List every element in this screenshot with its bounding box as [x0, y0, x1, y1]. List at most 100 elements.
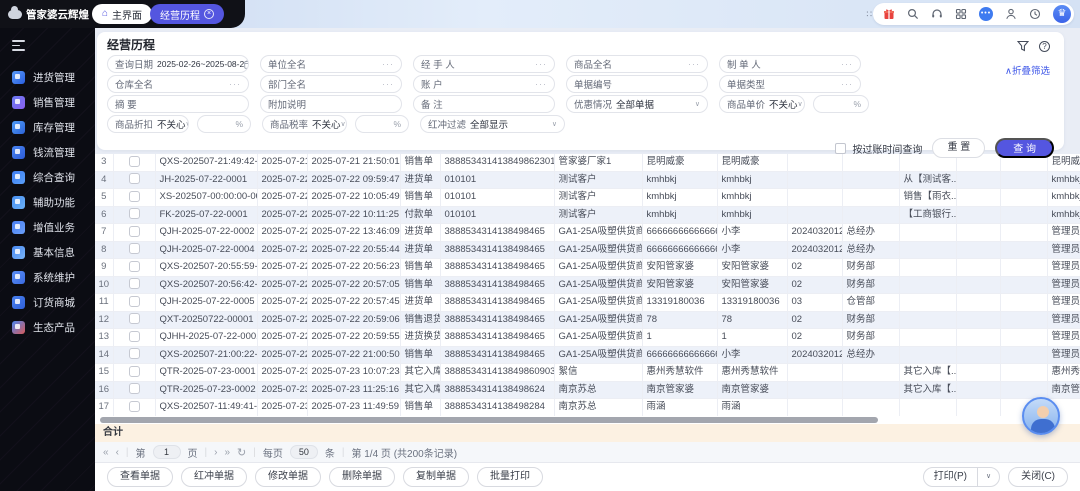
- user-icon[interactable]: [1005, 8, 1017, 20]
- row-checkbox[interactable]: [129, 191, 140, 202]
- table-row[interactable]: 10QXS-202507-20:56:42-000022025-07-22202…: [95, 276, 1080, 294]
- filter-summary[interactable]: 摘 要: [107, 95, 249, 113]
- ellipsis-icon: ···: [535, 79, 547, 89]
- filter-tax-rate[interactable]: 商品税率不关心∨: [262, 115, 347, 133]
- headset-icon[interactable]: [931, 8, 943, 20]
- next-page-button[interactable]: ›: [214, 447, 217, 458]
- sidebar-item-eco-products[interactable]: 生态产品: [0, 315, 95, 340]
- table-row[interactable]: 14QXS-202507-21:00:22-000032025-07-22202…: [95, 346, 1080, 364]
- sidebar-item-system[interactable]: 系统维护: [0, 265, 95, 290]
- row-checkbox[interactable]: [129, 383, 140, 394]
- print-button[interactable]: 打印(P): [924, 468, 978, 486]
- page-size-input[interactable]: 50: [290, 445, 318, 459]
- table-row[interactable]: 11QJH-2025-07-22-00052025-07-222025-07-2…: [95, 294, 1080, 312]
- filter-doc-no[interactable]: 单据编号: [566, 75, 708, 93]
- product-discount-percent-input[interactable]: %: [197, 115, 251, 133]
- chevron-down-icon: ∨: [186, 120, 189, 128]
- red-flush-doc-button[interactable]: 红冲单据: [181, 467, 247, 487]
- sidebar-item-sales[interactable]: 销售管理: [0, 90, 95, 115]
- table-row[interactable]: 15QTR-2025-07-23-00012025-07-232025-07-2…: [95, 364, 1080, 382]
- row-checkbox[interactable]: [129, 348, 140, 359]
- first-page-button[interactable]: «: [103, 447, 109, 458]
- copy-doc-button[interactable]: 复制单据: [403, 467, 469, 487]
- clock-icon[interactable]: [1029, 8, 1041, 20]
- unit-price-percent-input[interactable]: %: [813, 95, 869, 113]
- view-doc-button[interactable]: 查看单据: [107, 467, 173, 487]
- filter-dept-name[interactable]: 部门全名···: [260, 75, 402, 93]
- row-checkbox[interactable]: [129, 208, 140, 219]
- row-checkbox[interactable]: [129, 331, 140, 342]
- table-row[interactable]: 13QJHH-2025-07-22-00012025-07-222025-07-…: [95, 329, 1080, 347]
- table-row[interactable]: 12QXT-20250722-000012025-07-222025-07-22…: [95, 311, 1080, 329]
- row-checkbox[interactable]: [129, 296, 140, 307]
- tab-business-history[interactable]: 经营历程 ×: [150, 4, 224, 24]
- tab-close-icon[interactable]: ×: [204, 9, 214, 19]
- sidebar-item-query[interactable]: 综合查询: [0, 165, 95, 190]
- filter-extra-note[interactable]: 附加说明: [260, 95, 402, 113]
- row-checkbox[interactable]: [129, 226, 140, 237]
- sidebar-item-value-added[interactable]: 增值业务: [0, 215, 95, 240]
- pagination-bar: « ‹ | 第 1 页 | › » ↻ | 每页 50 条 | 第 1/4 页 …: [95, 442, 1080, 462]
- row-checkbox[interactable]: [129, 313, 140, 324]
- filter-warehouse[interactable]: 仓库全名···: [107, 75, 249, 93]
- table-row[interactable]: 7QJH-2025-07-22-00022025-07-222025-07-22…: [95, 224, 1080, 242]
- last-page-button[interactable]: »: [224, 447, 230, 458]
- table-row[interactable]: 8QJH-2025-07-22-00042025-07-222025-07-22…: [95, 241, 1080, 259]
- reset-button[interactable]: 重 置: [932, 138, 985, 158]
- gift-icon[interactable]: [883, 8, 895, 20]
- table-row[interactable]: 4JH-2025-07-22-00012025-07-222025-07-22 …: [95, 171, 1080, 189]
- sidebar-item-cashflow[interactable]: 钱流管理: [0, 140, 95, 165]
- filter-red-flush[interactable]: 红冲过滤全部显示∨: [420, 115, 565, 133]
- avatar-button[interactable]: ♛: [1053, 5, 1071, 23]
- sidebar-item-mall[interactable]: 订货商城: [0, 290, 95, 315]
- support-avatar[interactable]: [1022, 397, 1060, 435]
- table-row[interactable]: 6FK-2025-07-22-00012025-07-222025-07-22 …: [95, 206, 1080, 224]
- table-row[interactable]: 16QTR-2025-07-23-00022025-07-232025-07-2…: [95, 381, 1080, 399]
- horizontal-scrollbar[interactable]: [100, 417, 878, 423]
- filter-remark[interactable]: 备 注: [413, 95, 555, 113]
- sidebar-item-purchase[interactable]: 进货管理: [0, 65, 95, 90]
- help-icon[interactable]: ?: [1039, 41, 1050, 52]
- refresh-icon[interactable]: ↻: [237, 446, 246, 459]
- edit-doc-button[interactable]: 修改单据: [255, 467, 321, 487]
- row-checkbox[interactable]: [129, 366, 140, 377]
- filter-account[interactable]: 账 户···: [413, 75, 555, 93]
- apps-icon[interactable]: [955, 8, 967, 20]
- table-row[interactable]: 5XS-202507-00:00:00-000012025-07-222025-…: [95, 189, 1080, 207]
- filter-maker[interactable]: 制 单 人···: [719, 55, 861, 73]
- filter-funnel-icon[interactable]: [1017, 40, 1029, 52]
- prev-page-button[interactable]: ‹: [116, 447, 119, 458]
- row-checkbox[interactable]: [129, 261, 140, 272]
- sidebar-item-basic-info[interactable]: 基本信息: [0, 240, 95, 265]
- sidebar-item-auxiliary[interactable]: 辅助功能: [0, 190, 95, 215]
- filter-handler[interactable]: 经 手 人···: [413, 55, 555, 73]
- tab-home[interactable]: ⌂ 主界面: [92, 4, 152, 24]
- message-icon[interactable]: •••: [979, 7, 993, 21]
- filter-unit-name[interactable]: 单位全名···: [260, 55, 402, 73]
- filter-product-name[interactable]: 商品全名···: [566, 55, 708, 73]
- filter-product-discount[interactable]: 商品折扣不关心∨: [107, 115, 189, 133]
- filter-discount-status[interactable]: 优惠情况全部单据∨: [566, 95, 708, 113]
- row-checkbox[interactable]: [129, 243, 140, 254]
- tax-rate-percent-input[interactable]: %: [355, 115, 409, 133]
- batch-print-button[interactable]: 批量打印: [477, 467, 543, 487]
- layout-icon[interactable]: ∷: [866, 8, 872, 20]
- filter-date-range[interactable]: 查询日期 2025-02-26~2025-08-2: [107, 55, 249, 73]
- table-row[interactable]: 17QXS-202507-11:49:41-000032025-07-23202…: [95, 399, 1080, 417]
- post-time-checkbox[interactable]: [835, 143, 846, 154]
- table-row[interactable]: 9QXS-202507-20:55:59-000022025-07-222025…: [95, 259, 1080, 277]
- search-icon[interactable]: [907, 8, 919, 20]
- row-checkbox[interactable]: [129, 401, 140, 412]
- page-number-input[interactable]: 1: [153, 445, 181, 459]
- collapse-filter-link[interactable]: ∧折叠筛选: [1005, 63, 1050, 77]
- sidebar-item-inventory[interactable]: 库存管理: [0, 115, 95, 140]
- delete-doc-button[interactable]: 删除单据: [329, 467, 395, 487]
- close-button[interactable]: 关闭(C): [1008, 467, 1068, 487]
- filter-doc-type[interactable]: 单据类型···: [719, 75, 861, 93]
- query-button[interactable]: 查 询: [995, 138, 1054, 158]
- row-checkbox[interactable]: [129, 278, 140, 289]
- print-dropdown-icon[interactable]: ∨: [978, 468, 999, 486]
- menu-toggle-icon[interactable]: [12, 40, 25, 51]
- row-checkbox[interactable]: [129, 173, 140, 184]
- filter-unit-price[interactable]: 商品单价不关心∨: [719, 95, 805, 113]
